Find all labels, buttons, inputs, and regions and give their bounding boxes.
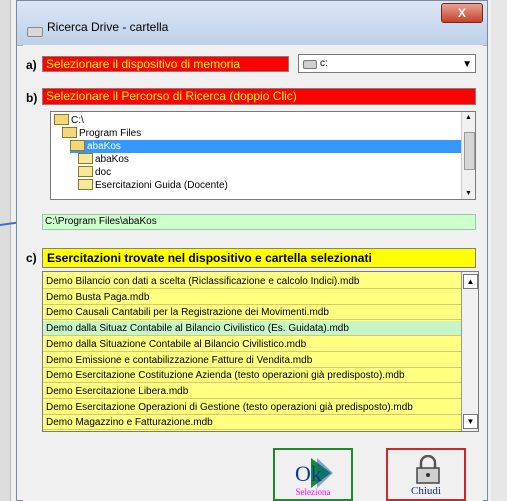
tree-item-program-files[interactable]: Program Files: [62, 126, 142, 140]
step-b-letter: b): [26, 91, 38, 105]
step-a-letter: a): [26, 58, 37, 72]
select-button-label: Seleziona: [295, 487, 331, 497]
list-item[interactable]: Demo Esercitazione Costituzione Azienda …: [43, 368, 461, 384]
folder-open-icon: [62, 126, 77, 138]
list-item[interactable]: Demo dalla Situazione Contabile al Bilan…: [43, 337, 461, 352]
drive-select[interactable]: c: ▼: [298, 54, 476, 73]
tree-item-label: Program Files: [79, 128, 142, 139]
tree-item-label: C:\: [71, 115, 84, 126]
exercise-list[interactable]: Demo Bilancio con dati a scelta (Riclass…: [42, 271, 479, 432]
drive-icon: [27, 27, 43, 37]
tree-scroll-thumb[interactable]: [464, 132, 475, 170]
step-a-label: Selezionare il dispositivo di memoria: [42, 56, 289, 72]
tree-item-abakos-selected[interactable]: abaKos: [70, 139, 461, 153]
list-item[interactable]: Demo Busta Paga.mdb: [43, 290, 461, 305]
tree-item-doc[interactable]: doc: [78, 165, 112, 179]
close-button-label: Chiudi: [411, 485, 441, 497]
list-scrollbar[interactable]: ▲ ▼: [461, 272, 478, 431]
background-window-left: [0, 0, 11, 501]
scroll-down-icon[interactable]: ▼: [462, 190, 475, 197]
dialog-window: Ricerca Drive - cartella X a) Selezionar…: [16, 0, 488, 501]
tree-item-label: abaKos: [95, 154, 129, 165]
ok-arrow-icon: Ok: [295, 458, 333, 488]
folder-icon: [78, 178, 93, 190]
close-button[interactable]: Chiudi: [386, 448, 466, 501]
dialog-content: a) Selezionare il dispositivo di memoria…: [23, 45, 483, 501]
tree-item-label: abaKos: [87, 141, 121, 152]
tree-item-label: doc: [95, 167, 112, 178]
list-item[interactable]: Demo dalla Situaz Contabile al Bilancio …: [43, 321, 461, 337]
scroll-up-icon[interactable]: ▲: [462, 114, 475, 121]
list-item[interactable]: Demo Emissione e contabilizzazione Fattu…: [43, 353, 461, 368]
folder-tree[interactable]: C:\ Program Files abaKos abaKos doc Eser…: [50, 111, 476, 200]
list-item[interactable]: Demo Bilancio con dati a scelta (Riclass…: [43, 274, 461, 289]
list-item[interactable]: Demo Esercitazione Operazioni di Gestion…: [43, 400, 461, 415]
drive-select-value: c:: [320, 58, 328, 69]
folder-icon: [78, 165, 93, 177]
list-item[interactable]: Demo Esercitazione Libera.mdb: [43, 384, 461, 399]
list-item[interactable]: Demo Causali Cantabili per la Registrazi…: [43, 305, 461, 321]
folder-icon: [78, 152, 93, 164]
title-bar: Ricerca Drive - cartella X: [17, 1, 487, 46]
scroll-down-icon[interactable]: ▼: [463, 414, 478, 429]
chevron-down-icon[interactable]: ▼: [462, 59, 472, 70]
padlock-icon: [416, 455, 440, 484]
step-c-letter: c): [26, 251, 37, 265]
select-button[interactable]: Ok Seleziona: [273, 448, 353, 501]
step-b-label: Selezionare il Percorso di Ricerca (dopp…: [42, 88, 476, 105]
folder-open-icon: [70, 139, 85, 151]
tree-item-abakos[interactable]: abaKos: [78, 152, 129, 166]
tree-item-label: Esercitazioni Guida (Docente): [95, 180, 228, 191]
window-title: Ricerca Drive - cartella: [47, 20, 169, 34]
step-c-label: Esercitazioni trovate nel dispositivo e …: [42, 248, 476, 268]
background-window-right: [491, 0, 507, 501]
scroll-up-icon[interactable]: ▲: [463, 274, 478, 289]
ok-text: Ok: [295, 461, 322, 486]
drive-icon: [303, 60, 317, 69]
tree-scrollbar[interactable]: ▲ ▼: [461, 112, 475, 199]
folder-open-icon: [54, 113, 69, 125]
selected-path: C:\Program Files\abaKos: [42, 214, 476, 230]
close-window-button[interactable]: X: [441, 3, 483, 23]
tree-item-root[interactable]: C:\: [54, 113, 84, 127]
list-item[interactable]: Demo Magazzino e Fatturazione.mdb: [43, 415, 461, 431]
tree-item-esercitazioni-guida[interactable]: Esercitazioni Guida (Docente): [78, 178, 228, 192]
